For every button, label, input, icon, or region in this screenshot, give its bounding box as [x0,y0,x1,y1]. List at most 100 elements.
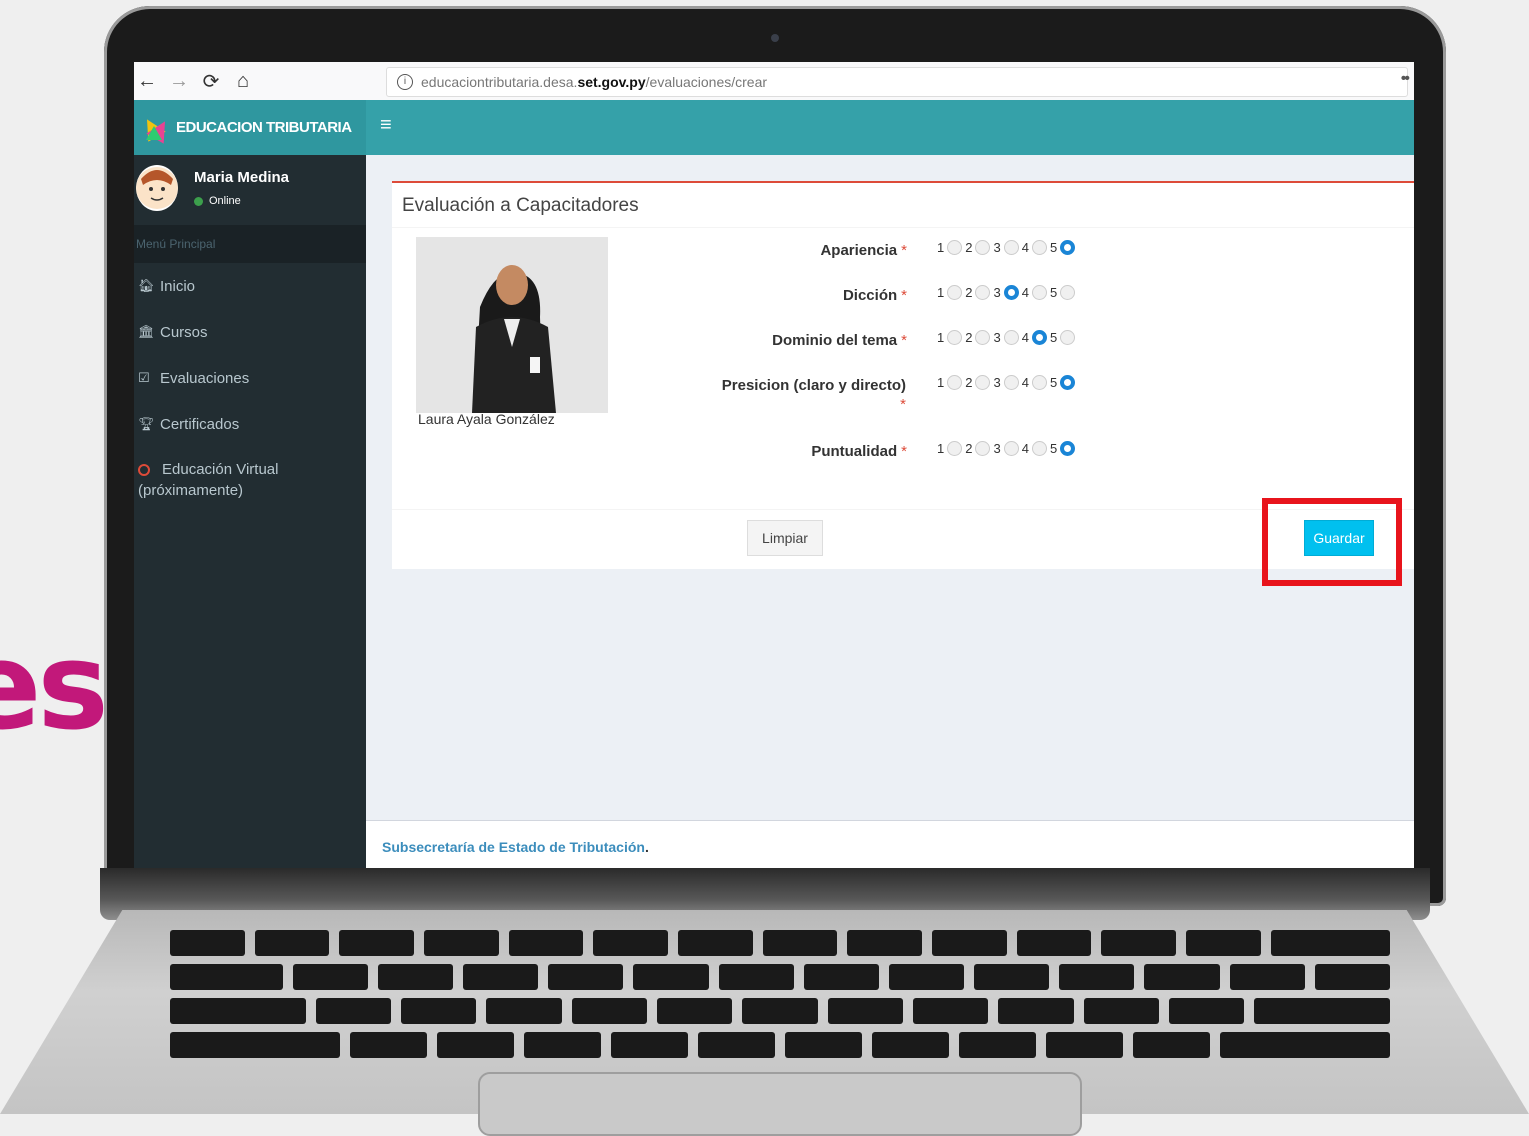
brand-name: EDUCACION TRIBUTARIA [176,119,352,136]
trainer-name: Laura Ayala González [418,411,555,427]
trophy-icon: 🏆︎ [138,416,155,431]
radio-button[interactable] [975,285,991,300]
rating-number: 2 [965,441,973,456]
question-label: Apariencia * [677,242,907,259]
radio-button[interactable] [947,285,963,300]
radio-button[interactable] [1031,285,1047,300]
slide-heading-fragment: es [0,618,109,757]
rating-option[interactable]: 5 [1050,375,1076,390]
rating-option[interactable]: 5 [1049,240,1076,255]
home-icon[interactable]: ⌂ [230,68,256,94]
rating-option[interactable]: 3 [993,330,1019,345]
radio-button[interactable] [975,441,991,456]
rating-number: 3 [993,330,1001,345]
radio-button[interactable] [975,330,991,345]
rating-number: 4 [1021,330,1029,345]
radio-button[interactable] [1060,240,1076,255]
rating-option[interactable]: 1 [937,240,963,255]
rating-option[interactable]: 5 [1050,285,1076,300]
rating-number: 3 [993,441,1001,456]
url-prefix: educaciontributaria.desa. [421,74,578,90]
address-bar[interactable]: i educaciontributaria.desa. set.gov.py/ev… [386,67,1408,97]
rating-number: 1 [937,330,945,345]
radio-button[interactable] [1060,285,1076,300]
back-icon[interactable]: ← [134,68,160,94]
user-name: Maria Medina [194,169,290,186]
rating-option[interactable]: 1 [937,375,963,390]
radio-button[interactable] [947,330,963,345]
radio-button[interactable] [1060,375,1076,390]
rating-option[interactable]: 5 [1050,441,1076,456]
check-square-icon: ☑ [138,370,150,385]
rating-number: 4 [1021,285,1029,300]
question-text: Puntualidad [811,443,898,460]
clear-button[interactable]: Limpiar [747,520,823,556]
radio-button[interactable] [1060,330,1076,345]
radio-button[interactable] [975,375,991,390]
question-text: Dicción [842,287,898,304]
radio-button[interactable] [1003,330,1019,345]
rating-option[interactable]: 3 [993,375,1019,390]
radio-button[interactable] [1003,375,1019,390]
more-icon[interactable]: •• [1401,70,1410,88]
rating-option[interactable]: 3 [993,285,1019,300]
rating-option[interactable]: 1 [937,441,963,456]
rating-option[interactable]: 1 [937,330,963,345]
radio-button[interactable] [947,375,963,390]
footer-org[interactable]: Subsecretaría de Estado de Tributación [382,839,645,855]
radio-button[interactable] [975,240,991,255]
radio-button[interactable] [1031,375,1047,390]
rating-option[interactable]: 2 [965,240,991,255]
sidebar-item-educacion-virtual[interactable]: Educación Virtual (próximamente) [134,447,366,501]
radio-button[interactable] [1003,441,1019,456]
rating-number: 4 [1021,375,1029,390]
rating-option[interactable]: 2 [965,285,991,300]
save-button[interactable]: Guardar [1304,520,1374,556]
sidebar-item-label: Cursos [160,323,208,341]
radio-button[interactable] [1003,285,1019,300]
radio-button[interactable] [1031,330,1047,345]
rating-option[interactable]: 2 [965,330,991,345]
rating-option[interactable]: 4 [1022,375,1047,390]
info-icon[interactable]: i [397,74,413,90]
question-label: Dominio del tema * [677,332,907,349]
question-label: Presicion (claro y directo) * [692,377,906,413]
rating-option[interactable]: 4 [1022,240,1047,255]
radio-button[interactable] [947,240,963,255]
rating-number: 5 [1049,240,1058,255]
rating-option[interactable]: 2 [965,375,991,390]
footer-text[interactable]: Subsecretaría de Estado de Tributación. [382,839,649,855]
required-mark: * [901,242,907,259]
rating-number: 1 [937,285,945,300]
reload-icon[interactable]: ⟳ [198,68,224,94]
rating-option[interactable]: 1 [937,285,963,300]
question-text: Apariencia [820,242,898,259]
radio-button[interactable] [947,441,963,456]
rating-number: 1 [937,240,945,255]
rating-option[interactable]: 2 [965,441,991,456]
trainer-photo [416,237,608,413]
sidebar: Maria Medina Online Menú Principal 🏠︎ Ini… [134,155,366,868]
sidebar-item-inicio[interactable]: 🏠︎ Inicio [134,263,366,309]
page-footer: Subsecretaría de Estado de Tributación. [366,820,1414,868]
sidebar-item-cursos[interactable]: 🏛︎ Cursos [134,309,366,355]
rating-option[interactable]: 4 [1022,441,1047,456]
rating-option[interactable]: 4 [1022,285,1047,300]
rating-option[interactable]: 4 [1022,330,1047,345]
rating-number: 1 [937,375,945,390]
rating-number: 2 [965,285,973,300]
sidebar-item-evaluaciones[interactable]: ☑ Evaluaciones [134,355,366,401]
forward-icon[interactable]: → [166,68,192,94]
sidebar-item-sublabel: (próximamente) [138,482,244,499]
rating-option[interactable]: 3 [993,240,1019,255]
rating-number: 3 [993,285,1001,300]
rating-option[interactable]: 5 [1050,330,1076,345]
rating-option[interactable]: 3 [993,441,1019,456]
sidebar-item-certificados[interactable]: 🏆︎ Certificados [134,401,366,447]
radio-button[interactable] [1031,240,1047,255]
radio-button[interactable] [1031,441,1047,456]
radio-button[interactable] [1060,441,1076,456]
radio-button[interactable] [1003,240,1019,255]
menu-toggle-icon[interactable]: ≡ [380,114,392,137]
brand[interactable]: EDUCACION TRIBUTARIA [134,100,366,155]
